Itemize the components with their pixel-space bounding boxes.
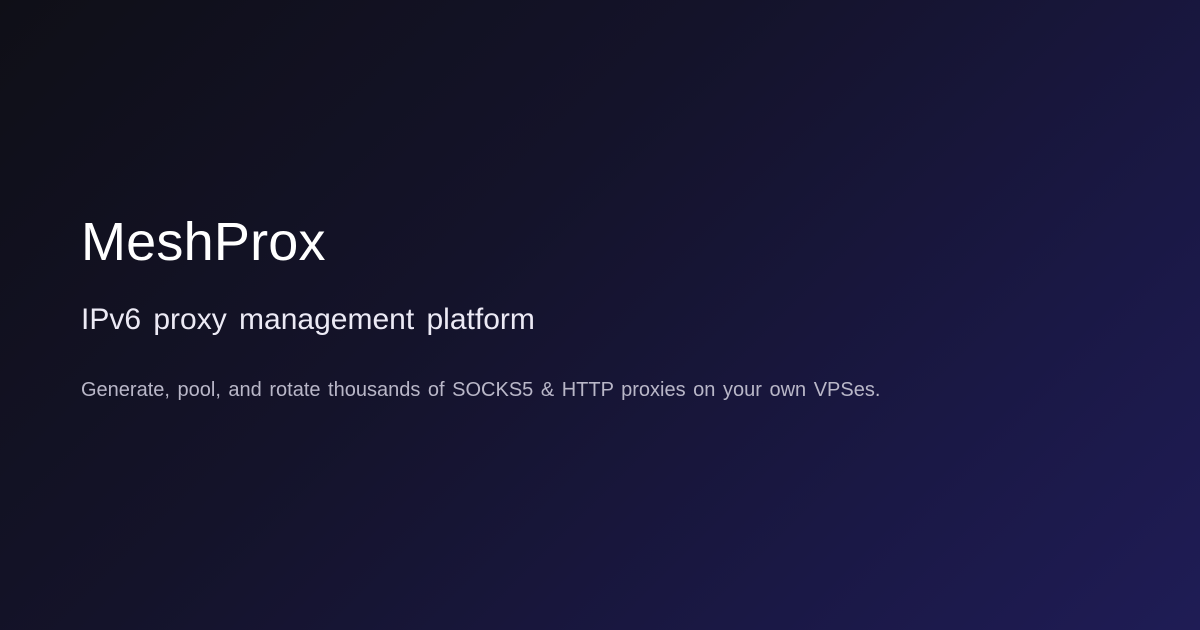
og-card: { "brand": { "name": "MeshProx", "taglin… <box>0 0 1200 630</box>
product-description: Generate, pool, and rotate thousands of … <box>81 379 881 401</box>
product-title: MeshProx <box>81 212 326 272</box>
hero-section: MeshProx IPv6 proxy management platform … <box>81 210 901 405</box>
product-tagline: IPv6 proxy management platform <box>81 303 535 336</box>
